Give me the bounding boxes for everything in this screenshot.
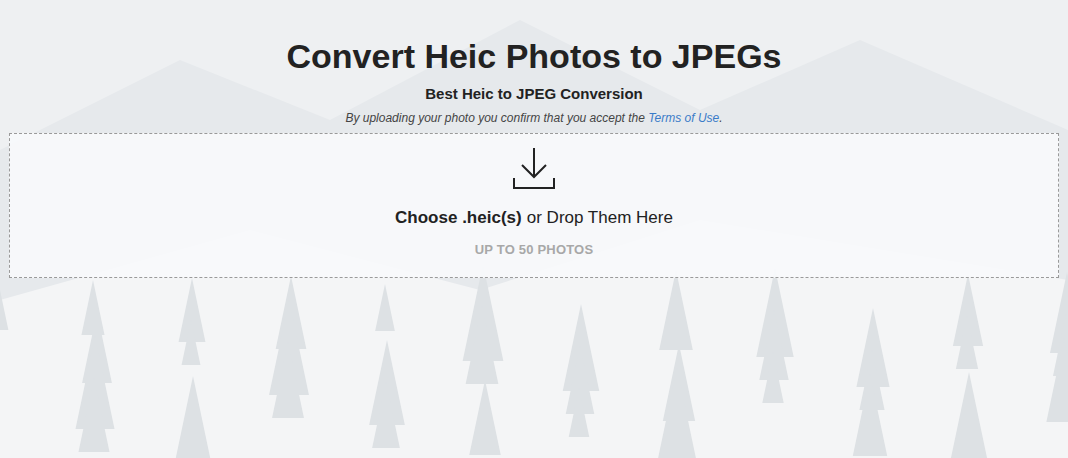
content: Convert Heic Photos to JPEGs Best Heic to… (0, 0, 1068, 278)
terms-link[interactable]: Terms of Use (648, 111, 719, 125)
page-title: Convert Heic Photos to JPEGs (287, 36, 782, 77)
download-icon (510, 146, 558, 190)
page: Convert Heic Photos to JPEGs Best Heic to… (0, 0, 1068, 458)
photo-limit: UP TO 50 PHOTOS (475, 242, 594, 257)
choose-text[interactable]: Choose .heic(s)or Drop Them Here (395, 208, 673, 228)
upload-dropzone[interactable]: Choose .heic(s)or Drop Them Here UP TO 50… (9, 133, 1059, 278)
terms-notice: By uploading your photo you confirm that… (345, 111, 722, 125)
choose-files-link[interactable]: Choose .heic(s) (395, 208, 522, 228)
page-subtitle: Best Heic to JPEG Conversion (425, 85, 643, 102)
